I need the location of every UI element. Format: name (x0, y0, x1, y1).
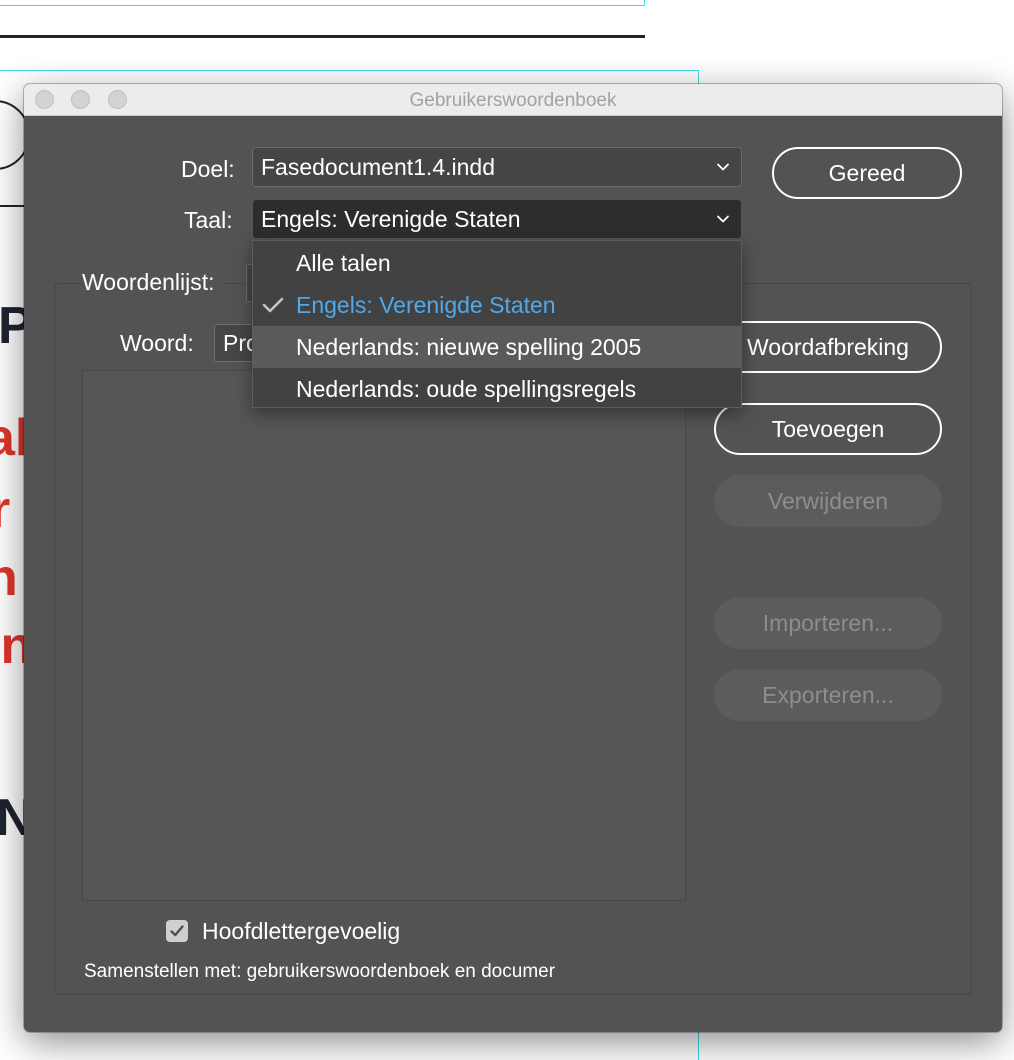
guide-line (0, 70, 699, 71)
taal-label: Taal: (184, 207, 233, 233)
woordenlijst-label: Woordenlijst: (82, 267, 221, 297)
toevoegen-button[interactable]: Toevoegen (714, 403, 942, 455)
guide-line (0, 5, 645, 6)
doel-label: Doel: (181, 156, 235, 182)
word-list[interactable] (82, 370, 686, 901)
menu-item-label: Nederlands: oude spellingsregels (296, 376, 637, 402)
menu-item-engels-verenigde-staten[interactable]: Engels: Verenigde Staten (253, 284, 741, 326)
window-title: Gebruikerswoordenboek (409, 90, 617, 111)
menu-item-label: Nederlands: nieuwe spelling 2005 (296, 334, 642, 360)
menu-item-alle-talen[interactable]: Alle talen (253, 242, 741, 284)
woordafbreking-button[interactable]: Woordafbreking (714, 321, 942, 373)
hoofdlettergevoelig-label[interactable]: Hoofdlettergevoelig (202, 916, 400, 946)
exporteren-button[interactable]: Exporteren... (714, 669, 942, 721)
user-dictionary-dialog: Gebruikerswoordenboek Doel: Fasedocument… (24, 84, 1002, 1032)
doel-select-value: Fasedocument1.4.indd (261, 154, 495, 180)
checkmark-icon (170, 925, 184, 937)
title-bar[interactable]: Gebruikerswoordenboek (24, 84, 1002, 116)
verwijderen-button[interactable]: Verwijderen (714, 475, 942, 527)
menu-item-label: Engels: Verenigde Staten (296, 292, 556, 318)
doel-select[interactable]: Fasedocument1.4.indd (252, 147, 742, 187)
taal-dropdown-menu: Alle talen Engels: Verenigde Staten Nede… (252, 240, 742, 408)
chevron-down-icon (717, 163, 729, 171)
taal-select-value: Engels: Verenigde Staten (261, 206, 521, 232)
document-text-fragment: n (0, 549, 18, 607)
gereed-button[interactable]: Gereed (772, 147, 962, 199)
woord-label: Woord: (120, 330, 194, 356)
menu-item-label: Alle talen (296, 250, 391, 276)
menu-item-nederlands-nieuwe-spelling[interactable]: Nederlands: nieuwe spelling 2005 (253, 326, 741, 368)
document-text-fragment: r (0, 481, 11, 539)
hoofdlettergevoelig-checkbox[interactable] (166, 920, 188, 942)
document-rule (0, 35, 645, 38)
importeren-button[interactable]: Importeren... (714, 597, 942, 649)
checkmark-icon (262, 297, 284, 313)
chevron-down-icon (717, 215, 729, 223)
menu-item-nederlands-oude-spellingsregels[interactable]: Nederlands: oude spellingsregels (253, 368, 741, 410)
guide-line (644, 0, 645, 6)
samenstellen-note: Samenstellen met: gebruikerswoordenboek … (84, 961, 556, 982)
taal-select[interactable]: Engels: Verenigde Staten (252, 199, 742, 239)
